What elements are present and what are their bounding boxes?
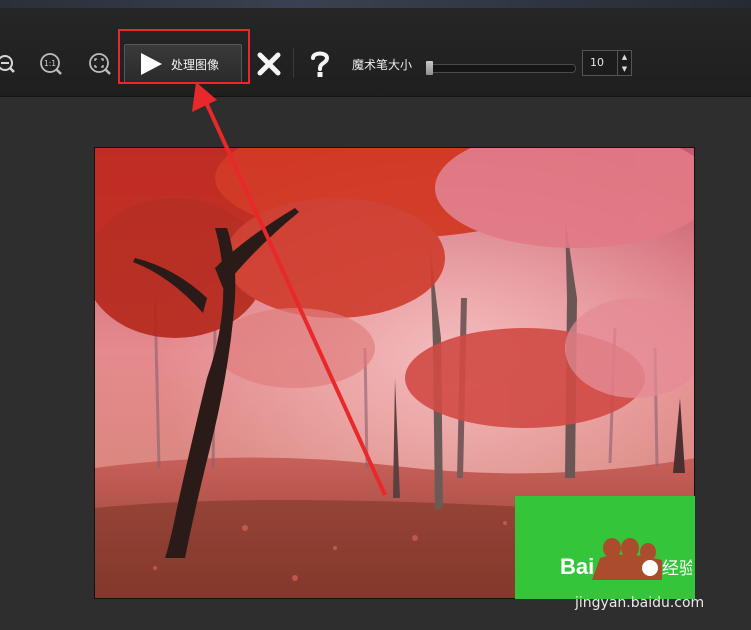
annotation-arrow <box>192 82 387 496</box>
annotation-arrow-head <box>192 82 217 112</box>
